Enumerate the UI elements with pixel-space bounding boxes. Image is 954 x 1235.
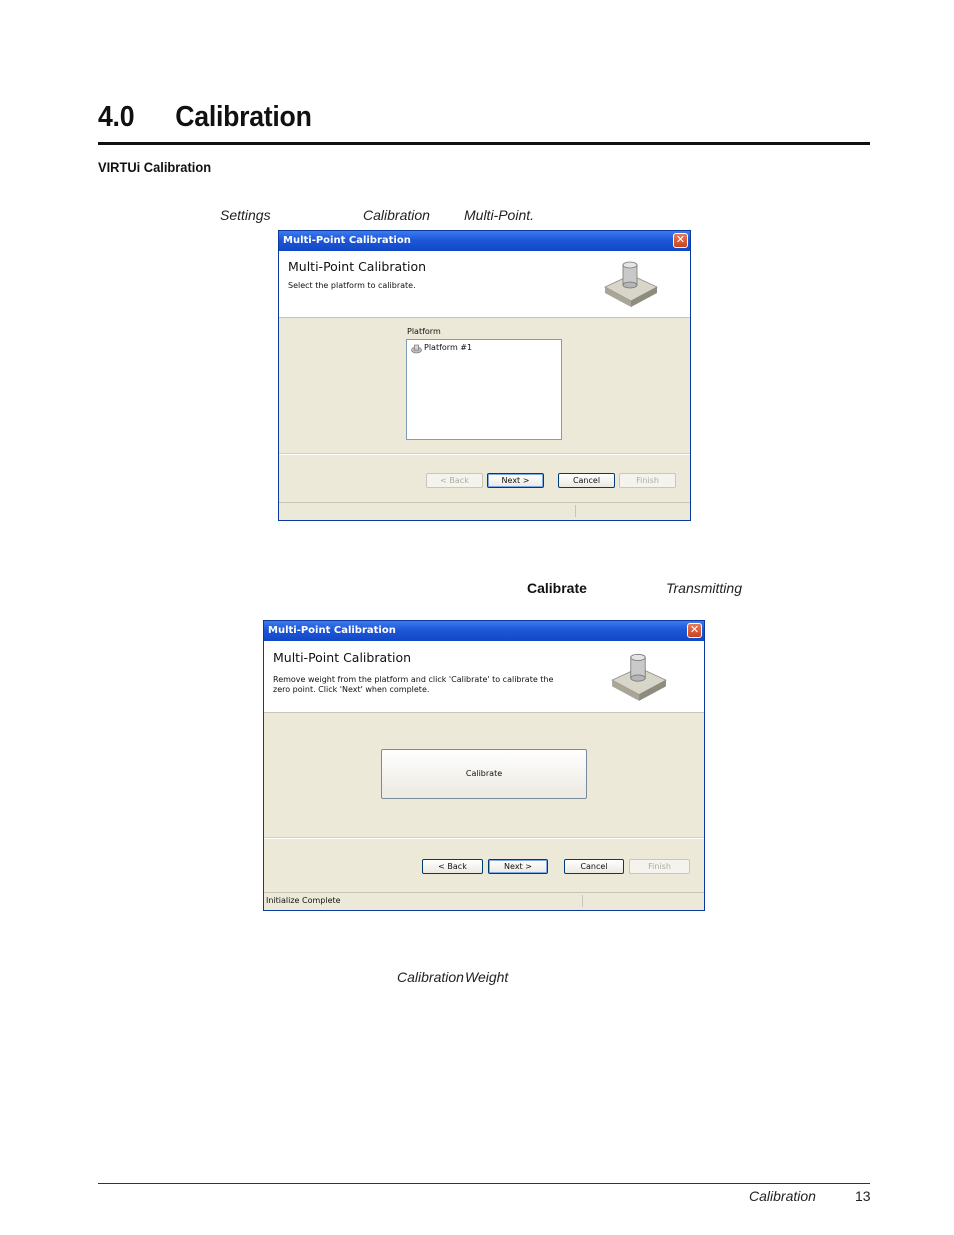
banner-title: Multi-Point Calibration: [273, 650, 412, 665]
footer-rule: [98, 1183, 870, 1184]
banner-instruction: Remove weight from the platform and clic…: [273, 675, 554, 694]
dialog-titlebar: Multi-Point Calibration ✕: [279, 231, 690, 251]
status-divider: [582, 895, 583, 907]
dialog-select-platform: Multi-Point Calibration ✕ Multi-Point Ca…: [278, 230, 691, 521]
footer-label: Calibration: [749, 1188, 816, 1204]
text-calibration: Calibration: [363, 207, 430, 223]
status-text: Initialize Complete: [266, 896, 341, 905]
text-multi-point: Multi-Point.: [464, 207, 535, 223]
platform-list[interactable]: Platform #1: [406, 339, 562, 440]
finish-button[interactable]: Finish: [629, 859, 690, 874]
subsection-title: VIRTUi Calibration: [98, 159, 212, 175]
dialog-banner: Multi-Point Calibration Remove weight fr…: [264, 641, 704, 713]
back-button[interactable]: < Back: [422, 859, 483, 874]
calibrate-button[interactable]: Calibrate: [381, 749, 587, 799]
text-transmitting: Transmitting: [666, 580, 742, 596]
section-title: Calibration: [175, 101, 312, 133]
banner-instruction: Select the platform to calibrate.: [288, 281, 416, 290]
scale-platform-icon: [604, 261, 658, 307]
dialog-banner: Multi-Point Calibration Select the platf…: [279, 251, 690, 318]
text-settings: Settings: [220, 207, 271, 223]
scale-platform-icon: [611, 653, 667, 701]
finish-button[interactable]: Finish: [619, 473, 676, 488]
back-button[interactable]: < Back: [426, 473, 483, 488]
platform-list-label: Platform: [407, 327, 441, 336]
status-divider: [575, 505, 576, 517]
banner-title: Multi-Point Calibration: [288, 259, 427, 274]
button-separator: [279, 453, 690, 455]
heading-rule: [98, 142, 870, 145]
cancel-button[interactable]: Cancel: [564, 859, 624, 874]
dialog-title: Multi-Point Calibration: [268, 625, 396, 636]
button-separator: [264, 837, 704, 839]
dialog-titlebar: Multi-Point Calibration ✕: [264, 621, 704, 641]
platform-item-icon: [411, 344, 422, 354]
next-button[interactable]: Next >: [488, 859, 548, 874]
section-number: 4.0: [98, 101, 135, 133]
section-heading: 4.0 Calibration: [98, 101, 312, 134]
close-icon[interactable]: ✕: [687, 623, 702, 638]
dialog-title: Multi-Point Calibration: [283, 235, 411, 246]
cancel-button[interactable]: Cancel: [558, 473, 615, 488]
text-weight: Weight: [465, 969, 509, 985]
text-calibrate-bold: Calibrate: [527, 580, 587, 596]
next-button[interactable]: Next >: [487, 473, 544, 488]
close-icon[interactable]: ✕: [673, 233, 688, 248]
status-bar: [279, 502, 690, 520]
status-bar: Initialize Complete: [264, 892, 704, 910]
list-item-label: Platform #1: [424, 343, 473, 352]
page-number: 13: [855, 1188, 871, 1204]
text-calibration-2: Calibration: [397, 969, 464, 985]
dialog-zero-calibration: Multi-Point Calibration ✕ Multi-Point Ca…: [263, 620, 705, 911]
